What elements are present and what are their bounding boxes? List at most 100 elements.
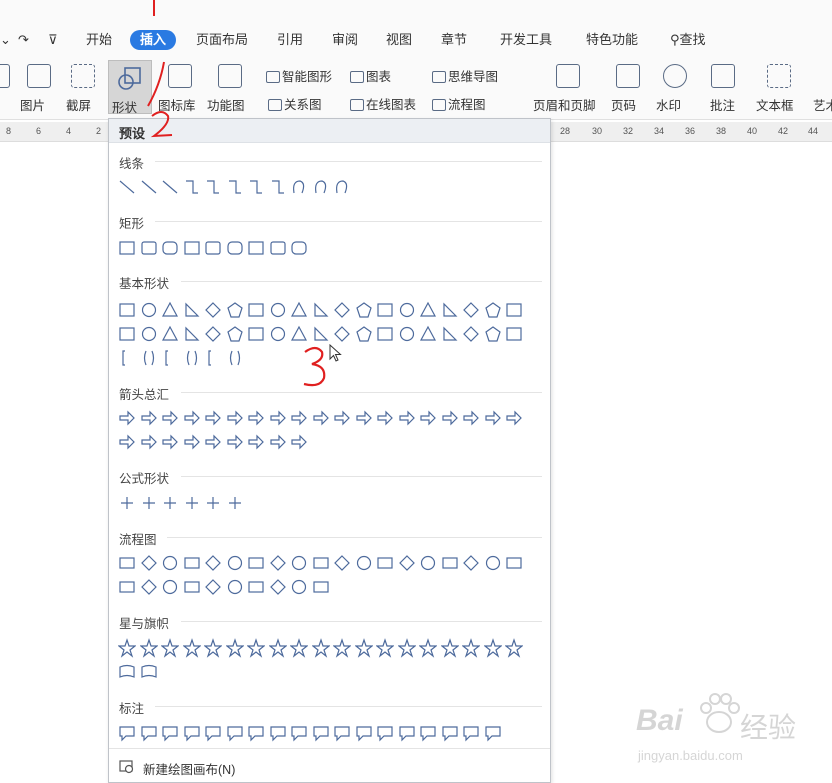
flowchart-button[interactable]: 流程图 [432, 94, 486, 113]
icon-library-icon[interactable] [168, 64, 192, 88]
shape-option[interactable] [204, 324, 222, 344]
shape-option[interactable] [140, 493, 158, 513]
shape-option[interactable] [419, 300, 437, 320]
shape-option[interactable] [398, 408, 416, 428]
shape-option[interactable] [312, 177, 330, 197]
shape-option[interactable] [160, 638, 180, 658]
shape-option[interactable] [419, 324, 437, 344]
shape-option[interactable] [484, 553, 502, 573]
shape-option[interactable] [161, 577, 179, 597]
shape-option[interactable] [226, 432, 244, 452]
shape-option[interactable] [204, 177, 222, 197]
shape-option[interactable] [118, 493, 136, 513]
shape-option[interactable] [140, 324, 158, 344]
shape-option[interactable] [333, 177, 351, 197]
tab-special[interactable]: 特色功能 [586, 30, 638, 50]
new-canvas-menu-item[interactable]: 新建绘图画布(N) [109, 748, 550, 782]
shape-option[interactable] [226, 238, 244, 258]
shape-option[interactable] [290, 300, 308, 320]
shape-option[interactable] [504, 638, 524, 658]
shape-option[interactable] [183, 300, 201, 320]
shape-option[interactable] [355, 324, 373, 344]
shape-option[interactable] [183, 408, 201, 428]
function-chart-button[interactable]: 功能图 [207, 95, 245, 114]
shape-option[interactable] [461, 638, 481, 658]
shape-option[interactable] [505, 553, 523, 573]
smart-shape-button[interactable]: 智能图形 [266, 66, 332, 85]
shape-option[interactable] [484, 723, 502, 743]
redo-icon[interactable]: ↷ [18, 30, 29, 50]
shape-option[interactable] [140, 177, 158, 197]
shape-option[interactable] [183, 177, 201, 197]
shape-option[interactable] [118, 324, 136, 344]
shape-option[interactable] [226, 723, 244, 743]
shape-option[interactable] [441, 408, 459, 428]
tab-review[interactable]: 审阅 [332, 30, 358, 50]
screenshot-icon[interactable] [71, 64, 95, 88]
shape-option[interactable] [247, 324, 265, 344]
watermark-icon[interactable] [663, 64, 687, 88]
mind-map-button[interactable]: 思维导图 [432, 66, 498, 85]
shape-option[interactable] [140, 577, 158, 597]
shape-option[interactable] [312, 408, 330, 428]
shape-option[interactable] [118, 177, 136, 197]
shape-option[interactable] [118, 553, 136, 573]
shape-option[interactable] [183, 723, 201, 743]
shape-option[interactable] [246, 638, 266, 658]
shape-option[interactable] [353, 638, 374, 658]
shape-option[interactable] [484, 408, 502, 428]
shape-option[interactable] [290, 177, 308, 197]
shape-option[interactable] [118, 238, 136, 258]
shape-option[interactable] [226, 493, 244, 513]
shape-option[interactable] [247, 723, 265, 743]
shape-option[interactable] [441, 324, 459, 344]
header-footer-icon[interactable] [556, 64, 580, 88]
undo-icon[interactable]: ⌄ [0, 30, 11, 50]
shape-option[interactable] [140, 408, 158, 428]
shape-option[interactable] [269, 300, 287, 320]
textbox-icon[interactable] [767, 64, 791, 88]
tab-view[interactable]: 视图 [386, 30, 412, 50]
shape-option[interactable] [418, 638, 438, 658]
shape-option[interactable] [269, 432, 287, 452]
shape-option[interactable] [333, 553, 351, 573]
shape-option[interactable] [312, 553, 330, 573]
shape-option[interactable] [118, 723, 136, 743]
shape-option[interactable] [484, 324, 502, 344]
partial-icon[interactable] [0, 64, 10, 88]
shape-option[interactable] [441, 553, 459, 573]
shape-option[interactable] [161, 408, 179, 428]
shape-option[interactable] [312, 577, 330, 597]
quick-access-icon[interactable]: ⊽ [48, 30, 58, 50]
shape-option[interactable] [204, 493, 222, 513]
shape-option[interactable] [161, 432, 179, 452]
shape-option[interactable] [183, 432, 201, 452]
shape-option[interactable] [204, 238, 222, 258]
shape-option[interactable] [355, 723, 373, 743]
shape-option[interactable] [375, 638, 395, 658]
shape-option[interactable] [140, 662, 158, 682]
shape-option[interactable] [204, 553, 222, 573]
shape-option[interactable] [161, 553, 179, 573]
comment-icon[interactable] [711, 64, 735, 88]
shape-option[interactable] [224, 638, 245, 658]
shape-option[interactable] [204, 408, 222, 428]
shape-option[interactable] [290, 432, 308, 452]
shape-option[interactable] [247, 553, 265, 573]
shape-option[interactable] [183, 324, 201, 344]
watermark-button[interactable]: 水印 [656, 95, 681, 114]
shape-option[interactable] [333, 324, 351, 344]
function-chart-icon[interactable] [218, 64, 242, 88]
shape-option[interactable] [183, 238, 201, 258]
tab-page-layout[interactable]: 页面布局 [196, 30, 248, 50]
shape-option[interactable] [226, 577, 244, 597]
shape-option[interactable] [204, 577, 222, 597]
shape-option[interactable] [398, 553, 416, 573]
search-button[interactable]: ⚲查找 [670, 30, 706, 50]
relation-chart-button[interactable]: 关系图 [268, 94, 322, 113]
screenshot-button[interactable]: 截屏 [66, 95, 91, 114]
shape-option[interactable] [462, 408, 480, 428]
tab-chapter[interactable]: 章节 [441, 30, 467, 50]
shape-option[interactable] [312, 324, 330, 344]
shape-option[interactable] [226, 177, 244, 197]
